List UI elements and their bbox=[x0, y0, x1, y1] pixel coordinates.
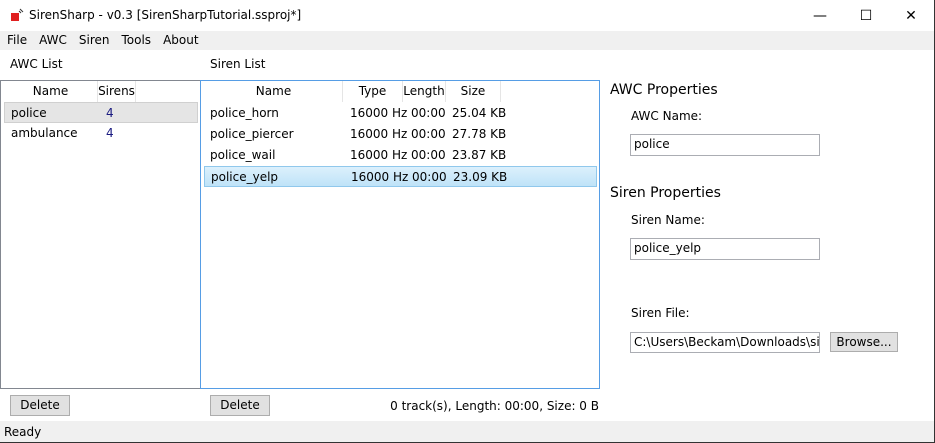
siren-row[interactable]: police_yelp 16000 Hz 00:00 23.09 KB bbox=[204, 166, 597, 187]
awc-col-name[interactable]: Name bbox=[4, 81, 98, 102]
awc-name-input[interactable]: police bbox=[630, 134, 820, 156]
siren-name-label: Siren Name: bbox=[631, 213, 705, 227]
siren-list[interactable]: Name Type Length Size police_horn 16000 H… bbox=[200, 80, 600, 389]
awc-delete-button[interactable]: Delete bbox=[10, 395, 70, 416]
siren-size: 23.87 KB bbox=[452, 148, 507, 162]
awc-properties-heading: AWC Properties bbox=[610, 82, 718, 98]
siren-name: police_yelp bbox=[211, 170, 279, 184]
app-window: SirenSharp - v0.3 [SirenSharpTutorial.ss… bbox=[0, 0, 935, 443]
menu-about[interactable]: About bbox=[157, 31, 204, 50]
siren-name: police_piercer bbox=[210, 127, 294, 141]
siren-row[interactable]: police_horn 16000 Hz 00:00 25.04 KB bbox=[204, 103, 597, 124]
siren-row[interactable]: police_piercer 16000 Hz 00:00 27.78 KB bbox=[204, 124, 597, 145]
awc-row-ambulance[interactable]: ambulance 4 bbox=[4, 123, 198, 144]
siren-delete-button[interactable]: Delete bbox=[210, 395, 270, 416]
siren-length: 00:00 bbox=[411, 127, 446, 141]
siren-file-label: Siren File: bbox=[631, 306, 690, 320]
menu-siren[interactable]: Siren bbox=[73, 31, 116, 50]
siren-type: 16000 Hz bbox=[351, 170, 409, 184]
siren-type: 16000 Hz bbox=[350, 148, 408, 162]
siren-col-name[interactable]: Name bbox=[205, 81, 343, 102]
maximize-button[interactable]: ☐ bbox=[843, 0, 889, 31]
awc-name: police bbox=[11, 106, 47, 120]
awc-sirens: 4 bbox=[106, 126, 114, 140]
siren-file-input[interactable]: C:\Users\Beckam\Downloads\sirens bbox=[630, 332, 820, 353]
siren-properties-heading: Siren Properties bbox=[610, 185, 721, 201]
minimize-button[interactable]: — bbox=[797, 0, 843, 31]
menu-file[interactable]: File bbox=[1, 31, 33, 50]
menu-tools[interactable]: Tools bbox=[116, 31, 158, 50]
siren-name-input[interactable]: police_yelp bbox=[630, 238, 820, 260]
menu-awc[interactable]: AWC bbox=[33, 31, 73, 50]
siren-type: 16000 Hz bbox=[350, 127, 408, 141]
siren-length: 00:00 bbox=[411, 106, 446, 120]
status-text: Ready bbox=[4, 425, 42, 439]
siren-name: police_wail bbox=[210, 148, 276, 162]
siren-size: 23.09 KB bbox=[453, 170, 508, 184]
siren-col-length[interactable]: Length bbox=[403, 81, 446, 102]
siren-row[interactable]: police_wail 16000 Hz 00:00 23.87 KB bbox=[204, 145, 597, 166]
status-bar: Ready bbox=[0, 421, 934, 442]
siren-length: 00:00 bbox=[411, 148, 446, 162]
siren-length: 00:00 bbox=[412, 170, 447, 184]
menu-bar: File AWC Siren Tools About bbox=[0, 31, 934, 50]
title-bar: SirenSharp - v0.3 [SirenSharpTutorial.ss… bbox=[0, 0, 934, 31]
siren-summary: 0 track(s), Length: 00:00, Size: 0 B bbox=[390, 399, 599, 413]
awc-col-sirens[interactable]: Sirens bbox=[98, 81, 136, 102]
siren-size: 27.78 KB bbox=[452, 127, 507, 141]
close-button[interactable]: ✕ bbox=[888, 0, 934, 31]
awc-name: ambulance bbox=[11, 126, 78, 140]
siren-name: police_horn bbox=[210, 106, 279, 120]
siren-app-icon bbox=[11, 8, 24, 21]
awc-name-label: AWC Name: bbox=[631, 109, 703, 123]
siren-col-size[interactable]: Size bbox=[446, 81, 501, 102]
siren-type: 16000 Hz bbox=[350, 106, 408, 120]
awc-row-police[interactable]: police 4 bbox=[4, 102, 198, 123]
browse-button[interactable]: Browse... bbox=[830, 332, 898, 352]
awc-sirens: 4 bbox=[106, 106, 114, 120]
siren-list-label: Siren List bbox=[210, 57, 266, 71]
awc-list[interactable]: Name Sirens police 4 ambulance 4 bbox=[0, 80, 201, 389]
window-title: SirenSharp - v0.3 [SirenSharpTutorial.ss… bbox=[29, 8, 302, 22]
siren-col-type[interactable]: Type bbox=[343, 81, 403, 102]
awc-list-label: AWC List bbox=[10, 57, 63, 71]
siren-size: 25.04 KB bbox=[452, 106, 507, 120]
